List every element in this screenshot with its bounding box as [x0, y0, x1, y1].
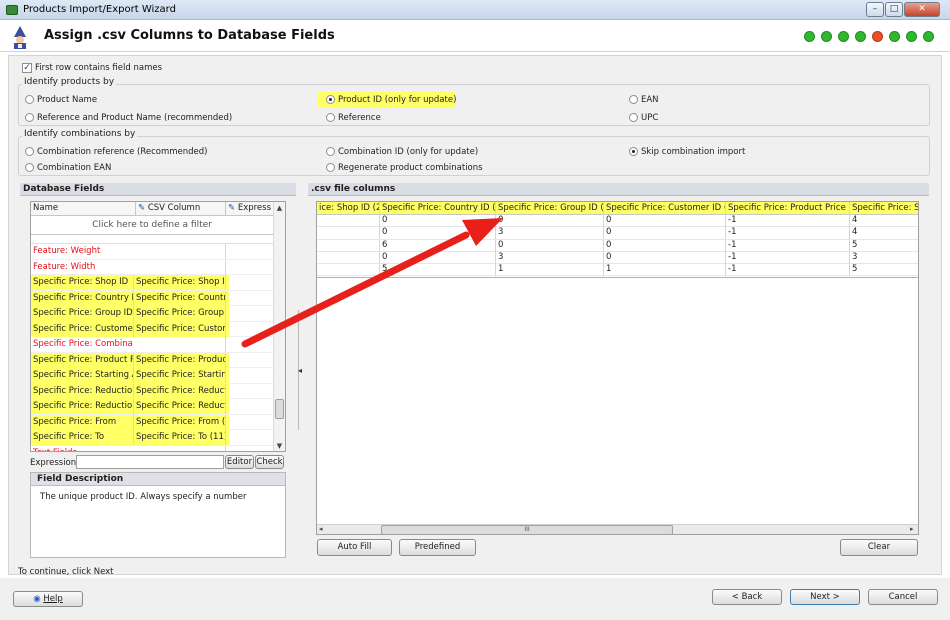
help-button[interactable]: ◉ Help	[13, 591, 83, 607]
back-button[interactable]: < Back	[712, 589, 782, 605]
arrow-head	[462, 218, 503, 246]
next-button[interactable]: Next >	[790, 589, 860, 605]
annotation-arrow	[241, 218, 503, 348]
cancel-button[interactable]: Cancel	[868, 589, 938, 605]
help-label: Help	[43, 594, 63, 604]
help-icon: ◉	[33, 594, 41, 604]
arrow-shaft	[241, 231, 470, 348]
status-text: To continue, click Next	[18, 567, 114, 577]
